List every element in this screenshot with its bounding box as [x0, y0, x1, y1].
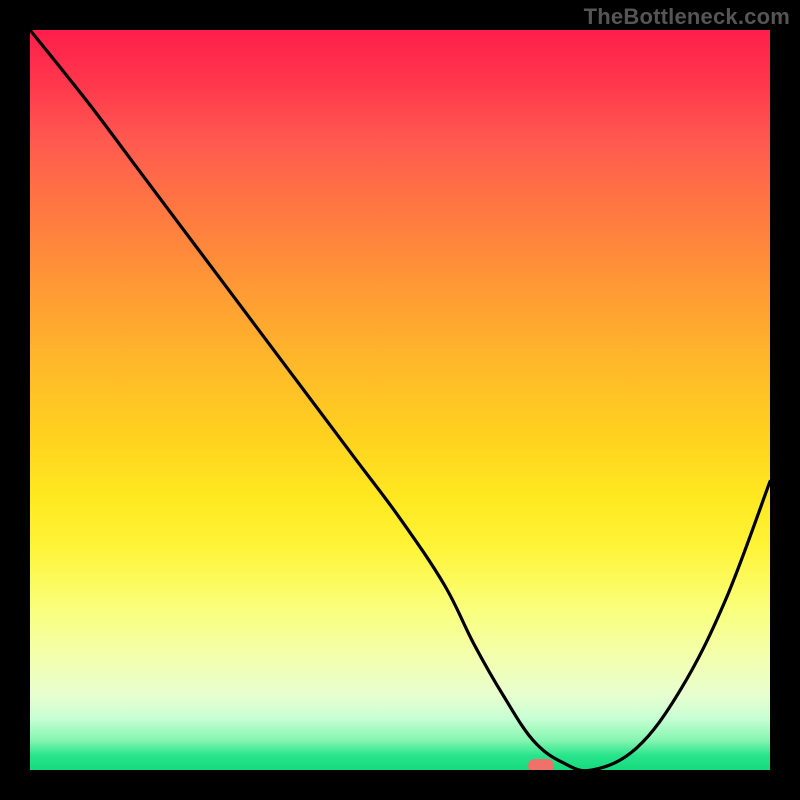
- watermark-text: TheBottleneck.com: [584, 4, 790, 30]
- bottleneck-curve: [30, 30, 770, 770]
- chart-frame: TheBottleneck.com: [0, 0, 800, 800]
- plot-area: [30, 30, 770, 770]
- optimum-marker: [528, 759, 554, 770]
